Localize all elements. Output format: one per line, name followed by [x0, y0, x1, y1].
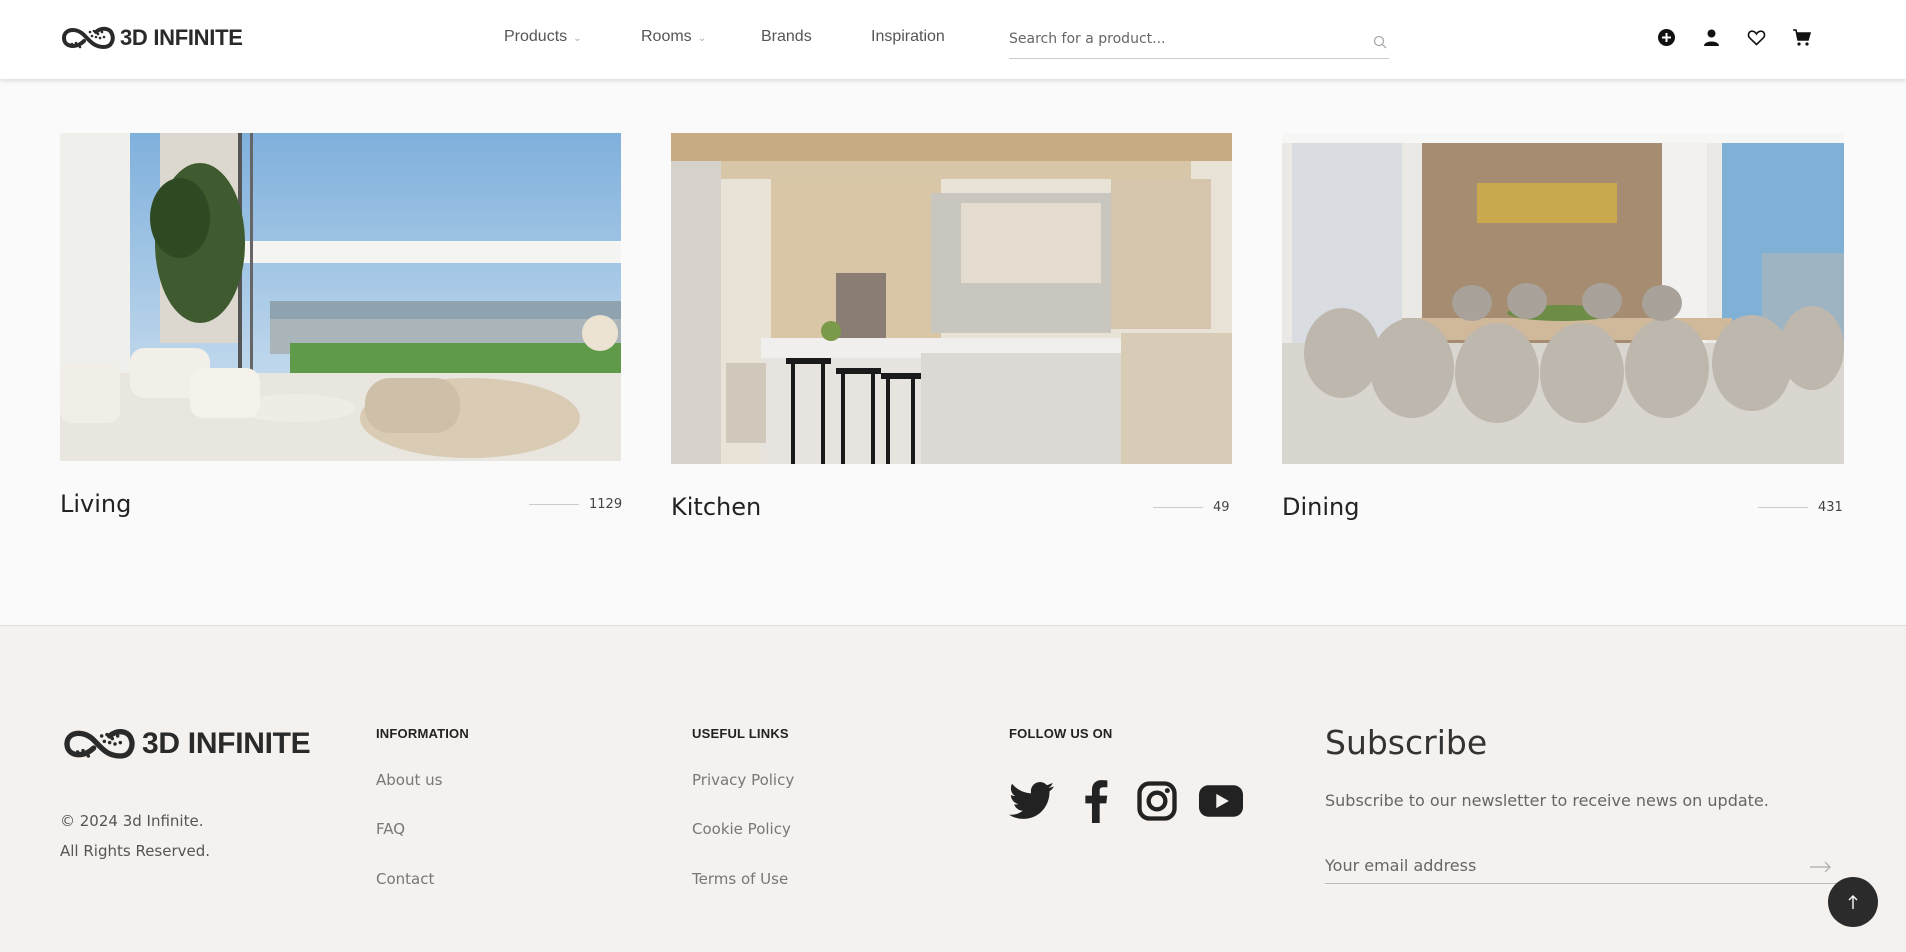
nav-inspiration[interactable]: Inspiration [871, 28, 945, 46]
room-card-kitchen[interactable]: Kitchen 49 [671, 133, 1232, 521]
copyright-line: © 2024 3d Infinite. [60, 812, 204, 830]
room-count: 49 [1153, 500, 1230, 515]
email-field [1325, 844, 1840, 884]
footer-link-faq[interactable]: FAQ [376, 820, 405, 838]
room-title[interactable]: Living [60, 490, 131, 518]
footer-link-privacy[interactable]: Privacy Policy [692, 771, 794, 789]
email-input[interactable] [1325, 844, 1805, 875]
room-card-living[interactable]: Living 1129 [60, 133, 622, 518]
infinity-logo-icon [62, 26, 115, 50]
kitchen-image[interactable] [671, 133, 1232, 464]
room-count-value: 49 [1213, 500, 1230, 515]
footer-link-cookie[interactable]: Cookie Policy [692, 820, 791, 838]
room-count-value: 1129 [589, 497, 623, 512]
subscribe-text: Subscribe to our newsletter to receive n… [1325, 791, 1769, 810]
follow-column: FOLLOW US ON [1009, 726, 1113, 741]
chevron-down-icon: ⌄ [573, 32, 582, 44]
heart-icon[interactable] [1747, 28, 1766, 47]
add-circle-icon[interactable] [1657, 28, 1676, 47]
copyright: © 2024 3d Infinite. All Rights Reserved. [60, 806, 210, 866]
nav-products-label: Products [504, 28, 568, 45]
infinity-logo-icon [64, 729, 135, 759]
useful-links-column: USEFUL LINKS Privacy Policy Cookie Polic… [692, 726, 794, 888]
user-icon[interactable] [1702, 28, 1721, 47]
divider-line [1153, 507, 1203, 508]
chevron-down-icon: ⌄ [697, 32, 707, 44]
twitter-icon[interactable] [1009, 781, 1055, 825]
logo[interactable]: 3D INFINITE [60, 23, 243, 53]
youtube-icon[interactable] [1199, 785, 1243, 821]
room-count: 1129 [529, 497, 622, 512]
room-count: 431 [1758, 500, 1843, 515]
scroll-to-top-button[interactable] [1828, 877, 1878, 927]
social-icons [1009, 779, 1265, 827]
arrow-up-icon [1848, 895, 1858, 909]
nav-rooms-label: Rooms [641, 28, 692, 45]
logo-text: 3D INFINITE [120, 25, 243, 50]
nav-inspiration-label: Inspiration [871, 28, 945, 45]
information-heading: INFORMATION [376, 726, 469, 741]
cart-icon[interactable] [1792, 28, 1812, 47]
subscribe-title: Subscribe [1325, 723, 1488, 762]
divider-line [1758, 507, 1808, 508]
living-room-image[interactable] [60, 133, 621, 461]
useful-links-heading: USEFUL LINKS [692, 726, 789, 741]
room-card-dining[interactable]: Dining 431 [1282, 133, 1844, 521]
footer-link-terms[interactable]: Terms of Use [692, 870, 788, 888]
footer-link-about[interactable]: About us [376, 771, 442, 789]
follow-heading: FOLLOW US ON [1009, 726, 1113, 741]
room-count-value: 431 [1818, 500, 1843, 515]
site-header: 3D INFINITE Products ⌄ Rooms ⌄ Brands In… [0, 0, 1906, 79]
divider-line [529, 504, 579, 505]
nav-products[interactable]: Products ⌄ [504, 28, 582, 46]
header-icons [1657, 28, 1837, 47]
search-icon[interactable] [1373, 34, 1387, 53]
nav-rooms[interactable]: Rooms ⌄ [641, 28, 706, 46]
room-title[interactable]: Dining [1282, 493, 1359, 521]
footer-logo[interactable]: 3D INFINITE [60, 724, 311, 764]
instagram-icon[interactable] [1137, 781, 1177, 825]
nav-brands-label: Brands [761, 28, 812, 45]
facebook-icon[interactable] [1077, 779, 1115, 827]
search-bar [1009, 26, 1389, 59]
dining-room-image[interactable] [1282, 133, 1844, 464]
information-column: INFORMATION About us FAQ Contact [376, 726, 469, 888]
rights-line: All Rights Reserved. [60, 842, 211, 860]
room-title[interactable]: Kitchen [671, 493, 761, 521]
footer-logo-text: 3D INFINITE [142, 727, 311, 760]
nav-brands[interactable]: Brands [761, 28, 812, 46]
site-footer: 3D INFINITE © 2024 3d Infinite. All Righ… [0, 625, 1906, 952]
search-input[interactable] [1009, 26, 1389, 47]
footer-link-contact[interactable]: Contact [376, 870, 434, 888]
arrow-right-icon[interactable] [1810, 858, 1832, 877]
